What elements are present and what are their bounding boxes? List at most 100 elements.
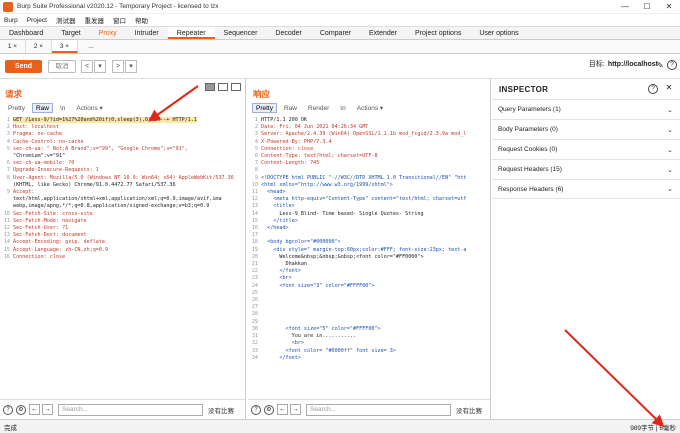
settings-gear-icon[interactable]: ⚙ <box>264 404 274 415</box>
search-prev-arrow-icon[interactable]: ← <box>29 404 40 415</box>
line-number: 2 <box>254 124 258 131</box>
inspector-response-headers[interactable]: Response Headers (6) ⌄ <box>492 179 680 199</box>
repeater-tab-1[interactable]: 1 × <box>0 40 26 53</box>
code-line: 33 <font color= "#0000ff" font size= 3> <box>250 348 492 355</box>
response-actions-menu[interactable]: Actions ▾ <box>353 103 387 113</box>
line-number: 25 <box>251 289 258 296</box>
tab-dashboard[interactable]: Dashboard <box>0 27 52 39</box>
response-search-input[interactable]: Search... <box>306 403 451 416</box>
code-line: 10 Sec-Fetch-Site: cross-site <box>2 211 244 218</box>
line-number: 16 <box>3 253 10 260</box>
request-tab-raw[interactable]: Raw <box>31 103 53 113</box>
code-text: sec-ch-ua: " Not;A Brand";v="99", "Googl… <box>13 145 188 152</box>
menu-help[interactable]: 帮助 <box>135 15 148 25</box>
tab-sequencer[interactable]: Sequencer <box>215 27 267 39</box>
code-line: 14 Less-9 Blind- Time based- Single Quot… <box>250 211 492 218</box>
settings-gear-icon[interactable]: ⚙ <box>16 404 26 415</box>
tab-comparer[interactable]: Comparer <box>311 27 360 39</box>
inspector-help-icon[interactable]: ? <box>648 84 658 94</box>
tab-proxy[interactable]: Proxy <box>90 27 126 39</box>
inspector-query-parameters[interactable]: Query Parameters (1) ⌄ <box>492 99 680 119</box>
history-back-dropdown[interactable]: ▾ <box>94 59 106 73</box>
help-icon[interactable]: ? <box>3 404 13 415</box>
search-next-arrow-icon[interactable]: → <box>42 404 53 415</box>
menu-tester[interactable]: 测试器 <box>56 15 76 25</box>
tab-extender[interactable]: Extender <box>360 27 406 39</box>
menu-burp[interactable]: Burp <box>4 17 18 24</box>
line-number: 33 <box>251 347 258 354</box>
code-line: 25 <box>250 290 492 297</box>
tab-target[interactable]: Target <box>52 27 89 39</box>
request-tab-pretty[interactable]: Pretty <box>4 103 29 113</box>
code-line: 19 <div style=" margin-top:60px;color:#F… <box>250 247 492 254</box>
layout-stacked-icon[interactable] <box>218 83 228 91</box>
tab-user-options[interactable]: User options <box>470 27 527 39</box>
inspector-body-parameters[interactable]: Body Parameters (0) ⌄ <box>492 119 680 139</box>
line-number: 18 <box>251 239 258 246</box>
line-number: 14 <box>251 210 258 217</box>
request-search-input[interactable]: Search... <box>58 403 203 416</box>
tab-decoder[interactable]: Decoder <box>266 27 310 39</box>
target-display[interactable]: 目标: http://localhost <box>589 59 658 69</box>
request-actions-menu[interactable]: Actions ▾ <box>72 103 106 113</box>
line-number: 19 <box>251 246 258 253</box>
line-number: 17 <box>251 232 258 239</box>
tab-repeater[interactable]: Repeater <box>167 27 215 39</box>
menu-repeater[interactable]: 重发器 <box>84 15 104 25</box>
line-number: 29 <box>251 318 258 325</box>
help-icon[interactable]: ? <box>667 60 677 70</box>
burp-logo-icon <box>3 1 13 12</box>
status-metrics: 989字节 | 6毫秒 <box>630 424 676 432</box>
code-line: (KHTML, like Gecko) Chrome/91.0.4472.77 … <box>2 182 244 189</box>
code-line: webp,image/apng,*/*;q=0.8,application/si… <box>2 203 244 210</box>
response-tab-pretty[interactable]: Pretty <box>252 103 277 113</box>
code-text: Upgrade-Insecure-Requests: 1 <box>13 167 99 174</box>
close-window-button[interactable]: ✕ <box>658 0 680 14</box>
code-line: 5 sec-ch-ua: " Not;A Brand";v="99", "Goog… <box>2 146 244 153</box>
inspector-request-cookies[interactable]: Request Cookies (0) ⌄ <box>492 139 680 159</box>
response-tab-newline[interactable]: \n <box>336 103 349 113</box>
tab-intruder[interactable]: Intruder <box>126 27 168 39</box>
response-tab-raw[interactable]: Raw <box>280 103 301 113</box>
search-prev-arrow-icon[interactable]: ← <box>277 404 288 415</box>
cancel-button[interactable]: 取消 <box>48 59 76 73</box>
request-tab-newline[interactable]: \n <box>56 103 69 113</box>
chevron-down-icon: ⌄ <box>667 166 673 174</box>
history-forward-button[interactable]: > <box>112 59 124 73</box>
maximize-button[interactable]: ☐ <box>636 0 658 14</box>
code-line: 2 Date: Fri, 04 Jun 2021 04:26:34 GMT <box>250 124 492 131</box>
edit-target-icon[interactable]: ✎ <box>657 61 666 70</box>
response-tab-render[interactable]: Render <box>304 103 333 113</box>
menu-project[interactable]: Project <box>27 17 47 24</box>
code-line: 24 <font size="3" color="#FFFF00"> <box>250 283 492 290</box>
code-text: Connection: close <box>13 253 66 260</box>
search-next-arrow-icon[interactable]: → <box>290 404 301 415</box>
send-button[interactable]: Send <box>5 59 42 73</box>
code-text: <font size="5" color="#FFFF00"> <box>261 325 381 332</box>
minimize-button[interactable]: — <box>614 0 636 14</box>
code-text: <br> <box>261 275 292 282</box>
menu-window[interactable]: 窗口 <box>113 15 126 25</box>
close-inspector-icon[interactable]: ✕ <box>664 84 674 94</box>
layout-side-by-side-icon[interactable] <box>205 83 215 91</box>
request-editor[interactable]: 1 GET /Less-9/?id=1%27%20and%20if(0,sleep… <box>2 117 244 397</box>
line-number: 8 <box>6 174 10 181</box>
code-line: 21 Dhakkan <box>250 261 492 268</box>
layout-tabs-icon[interactable] <box>231 83 241 91</box>
repeater-tab-2[interactable]: 2 × <box>26 40 52 53</box>
repeater-tab-3[interactable]: 3 × <box>52 40 78 53</box>
chevron-down-icon: ⌄ <box>667 126 673 134</box>
help-icon[interactable]: ? <box>251 404 261 415</box>
inspector-request-headers[interactable]: Request Headers (15) ⌄ <box>492 159 680 179</box>
code-line: 27 <box>250 304 492 311</box>
code-text: </font> <box>261 354 301 361</box>
line-number: 34 <box>251 354 258 361</box>
history-forward-dropdown[interactable]: ▾ <box>125 59 137 73</box>
line-number: 7 <box>6 167 10 174</box>
repeater-tab-more[interactable]: ... <box>78 40 104 53</box>
line-number: 6 <box>6 160 10 167</box>
tab-project-options[interactable]: Project options <box>406 27 470 39</box>
history-back-button[interactable]: < <box>81 59 93 73</box>
response-viewer[interactable]: 1 HTTP/1.1 200 OK 2 Date: Fri, 04 Jun 2021 … <box>250 117 492 397</box>
code-text: <br> <box>261 340 304 347</box>
